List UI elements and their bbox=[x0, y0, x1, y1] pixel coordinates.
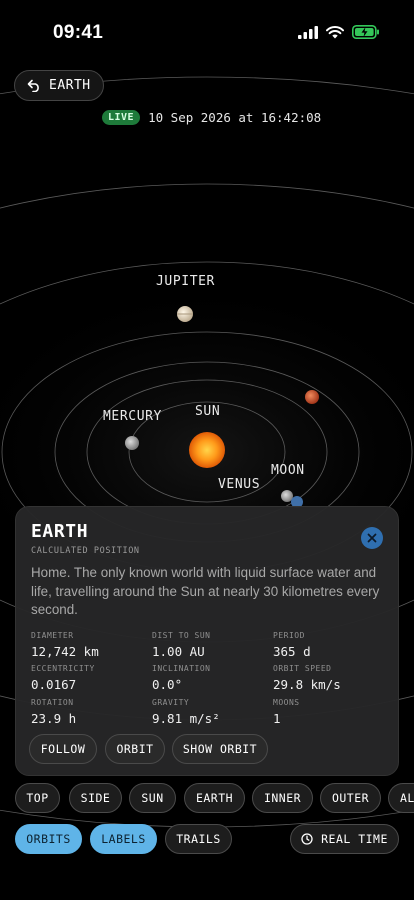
card-subtitle: CALCULATED POSITION bbox=[31, 546, 140, 556]
mars-body bbox=[305, 390, 319, 404]
trails-toggle[interactable]: TRAILS bbox=[165, 824, 232, 854]
stat-key: MOONS bbox=[273, 698, 300, 707]
mercury-body bbox=[125, 436, 139, 450]
card-description: Home. The only known world with liquid s… bbox=[31, 565, 380, 617]
labels-toggle[interactable]: LABELS bbox=[90, 824, 157, 854]
clock-icon bbox=[301, 833, 313, 845]
stat-key: INCLINATION bbox=[152, 664, 211, 673]
stat-value: 1.00 AU bbox=[152, 644, 205, 659]
close-icon bbox=[367, 533, 377, 543]
stat-gravity: GRAVITY 9.81 m/s² bbox=[152, 698, 220, 726]
stat-period: PERIOD 365 d bbox=[273, 631, 311, 659]
label-moon[interactable]: MOON bbox=[271, 463, 305, 478]
back-arrow-icon bbox=[27, 79, 39, 92]
status-icons bbox=[298, 25, 380, 39]
stat-value: 29.8 km/s bbox=[273, 677, 341, 692]
moon-body bbox=[281, 490, 293, 502]
stat-key: DIST TO SUN bbox=[152, 631, 211, 640]
stat-value: 9.81 m/s² bbox=[152, 711, 220, 726]
signal-icon bbox=[298, 25, 318, 39]
orbit-button[interactable]: ORBIT bbox=[105, 734, 165, 764]
planet-info-card: EARTH CALCULATED POSITION Home. The only… bbox=[15, 506, 399, 776]
label-jupiter[interactable]: JUPITER bbox=[156, 274, 215, 289]
status-time: 09:41 bbox=[53, 22, 104, 43]
stat-value: 0.0° bbox=[152, 677, 183, 692]
stat-moons: MOONS 1 bbox=[273, 698, 300, 726]
stat-value: 23.9 h bbox=[31, 711, 77, 726]
stat-key: ROTATION bbox=[31, 698, 74, 707]
stat-inclination: INCLINATION 0.0° bbox=[152, 664, 210, 692]
battery-charging-icon bbox=[352, 25, 379, 39]
view-top-button[interactable]: TOP bbox=[15, 783, 60, 813]
view-outer-button[interactable]: OUTER bbox=[320, 783, 381, 813]
stat-key: GRAVITY bbox=[152, 698, 190, 707]
stat-eccentricity: ECCENTRICITY 0.0167 bbox=[31, 664, 95, 692]
follow-button[interactable]: FOLLOW bbox=[29, 734, 97, 764]
stat-value: 12,742 km bbox=[31, 644, 99, 659]
orbits-toggle[interactable]: ORBITS bbox=[15, 824, 82, 854]
live-badge: LIVE bbox=[102, 110, 141, 125]
view-side-button[interactable]: SIDE bbox=[69, 783, 122, 813]
stat-value: 365 d bbox=[273, 644, 311, 659]
view-earth-button[interactable]: EARTH bbox=[184, 783, 245, 813]
sun-body bbox=[189, 432, 225, 468]
label-venus[interactable]: VENUS bbox=[218, 477, 260, 492]
stat-value: 0.0167 bbox=[31, 677, 77, 692]
live-datetime: 10 Sep 2026 at 16:42:08 bbox=[148, 110, 322, 125]
real-time-button[interactable]: REAL TIME bbox=[290, 824, 399, 854]
status-bar: 09:41 bbox=[0, 0, 414, 60]
stat-orbit-speed: ORBIT SPEED 29.8 km/s bbox=[273, 664, 341, 692]
wifi-icon bbox=[326, 25, 344, 38]
stat-value: 1 bbox=[273, 711, 281, 726]
view-sun-button[interactable]: SUN bbox=[129, 783, 176, 813]
label-sun[interactable]: SUN bbox=[195, 404, 220, 419]
card-title: EARTH bbox=[31, 521, 89, 542]
stat-key: PERIOD bbox=[273, 631, 305, 640]
stat-key: ORBIT SPEED bbox=[273, 664, 332, 673]
real-time-label: REAL TIME bbox=[321, 832, 388, 846]
view-inner-button[interactable]: INNER bbox=[252, 783, 313, 813]
back-label: EARTH bbox=[49, 78, 91, 93]
close-card-button[interactable] bbox=[361, 527, 383, 549]
back-to-earth-button[interactable]: EARTH bbox=[14, 70, 104, 101]
label-mercury[interactable]: MERCURY bbox=[103, 409, 162, 424]
stat-key: ECCENTRICITY bbox=[31, 664, 95, 673]
view-all-button[interactable]: AL bbox=[388, 783, 414, 813]
show-orbit-button[interactable]: SHOW ORBIT bbox=[172, 734, 268, 764]
stat-dist-to-sun: DIST TO SUN 1.00 AU bbox=[152, 631, 210, 659]
stat-rotation: ROTATION 23.9 h bbox=[31, 698, 76, 726]
stat-diameter: DIAMETER 12,742 km bbox=[31, 631, 99, 659]
live-indicator: LIVE 10 Sep 2026 at 16:42:08 bbox=[102, 110, 321, 125]
stat-key: DIAMETER bbox=[31, 631, 74, 640]
